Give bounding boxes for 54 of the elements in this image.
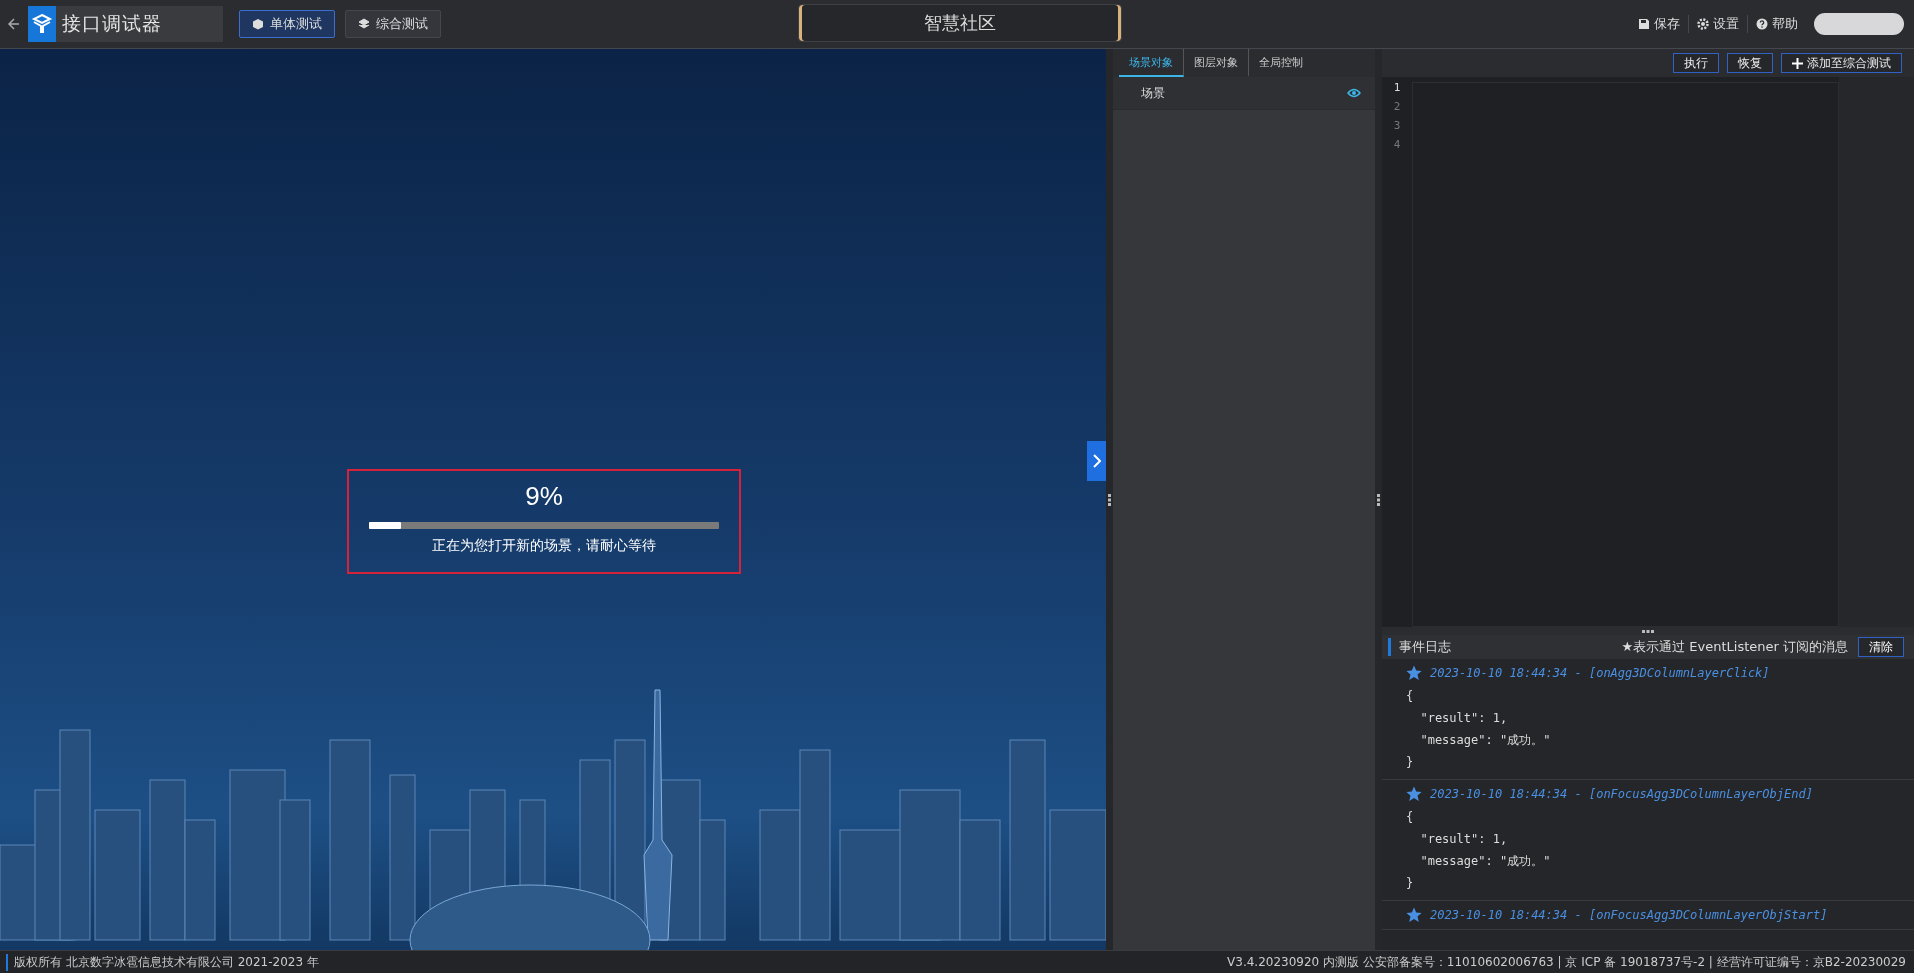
log-line: }	[1406, 875, 1415, 892]
app-title: 接口调试器	[62, 11, 162, 36]
star-icon	[1406, 786, 1422, 802]
star-icon	[1406, 665, 1422, 681]
user-avatar[interactable]	[1814, 13, 1904, 35]
editor-button[interactable]: 添加至综合测试	[1781, 53, 1902, 73]
eye-icon[interactable]	[1347, 88, 1361, 98]
editor-button[interactable]: 执行	[1673, 53, 1719, 73]
code-editor[interactable]: 1 2 3 4	[1382, 77, 1914, 627]
back-arrow-icon	[8, 17, 20, 30]
event-header: 2023-10-10 18:44:34 - [onFocusAgg3DColumnLayerObjStart]	[1430, 908, 1828, 922]
header-action-button[interactable]: 保存	[1630, 15, 1689, 33]
loading-percent: 9%	[525, 481, 563, 512]
header-action-button[interactable]: 设置	[1689, 15, 1748, 33]
log-line: "message": "成功。"	[1419, 853, 1552, 870]
panel-tab[interactable]: 全局控制	[1249, 49, 1313, 77]
log-line: }	[1406, 754, 1415, 771]
loading-message: 正在为您打开新的场景，请耐心等待	[432, 537, 656, 555]
splitter-handle-icon[interactable]	[1377, 493, 1380, 506]
mode-tab[interactable]: 综合测试	[345, 10, 441, 38]
star-icon	[1406, 907, 1422, 923]
chevron-right-icon	[1092, 454, 1101, 468]
scene-title: 智慧社区	[798, 4, 1122, 42]
version-info: V3.4.20230920 内测版 公安部备案号：11010602006763 | 京 ICP 备 19018737号-2 | 经营许可证编号：京B2-20230029	[1227, 953, 1906, 971]
line-number: 4	[1392, 138, 1402, 153]
cube-icon	[252, 18, 264, 30]
mode-tab[interactable]: 单体测试	[239, 10, 335, 38]
header-action-button[interactable]: 帮助	[1748, 15, 1806, 33]
log-line: {	[1406, 809, 1415, 826]
help-icon	[1756, 18, 1768, 30]
line-number: 2	[1392, 100, 1402, 115]
tree-item[interactable]: 场景	[1113, 77, 1375, 110]
expand-panel-button[interactable]	[1087, 441, 1106, 481]
event-header: 2023-10-10 18:44:34 - [onAgg3DColumnLayerClick]	[1430, 666, 1770, 680]
event-log-title: 事件日志	[1388, 638, 1612, 656]
tree-item-label: 场景	[1141, 84, 1165, 102]
log-line: {	[1406, 688, 1415, 705]
settings-icon	[1697, 18, 1709, 30]
log-line: "result": 1,	[1419, 710, 1509, 727]
event-header: 2023-10-10 18:44:34 - [onFocusAgg3DColumnLayerObjEnd]	[1430, 787, 1813, 801]
splitter-handle-icon[interactable]	[1108, 493, 1111, 506]
log-line: "message": "成功。"	[1419, 732, 1552, 749]
clear-button[interactable]: 清除	[1858, 637, 1904, 657]
layers-icon	[358, 18, 370, 30]
copyright-text: 版权所有 北京数字冰雹信息技术有限公司 2021-2023 年	[6, 953, 319, 971]
splitter-handle-icon[interactable]	[1642, 629, 1654, 633]
editor-button[interactable]: 恢复	[1727, 53, 1773, 73]
log-line: "result": 1,	[1419, 831, 1509, 848]
plus-icon	[1792, 57, 1803, 69]
line-number: 1	[1392, 81, 1402, 96]
logo-icon	[31, 13, 53, 35]
legend-text: ★表示通过 EventListener 订阅的消息	[1621, 638, 1848, 656]
line-number: 3	[1392, 119, 1402, 134]
save-icon	[1638, 18, 1650, 30]
